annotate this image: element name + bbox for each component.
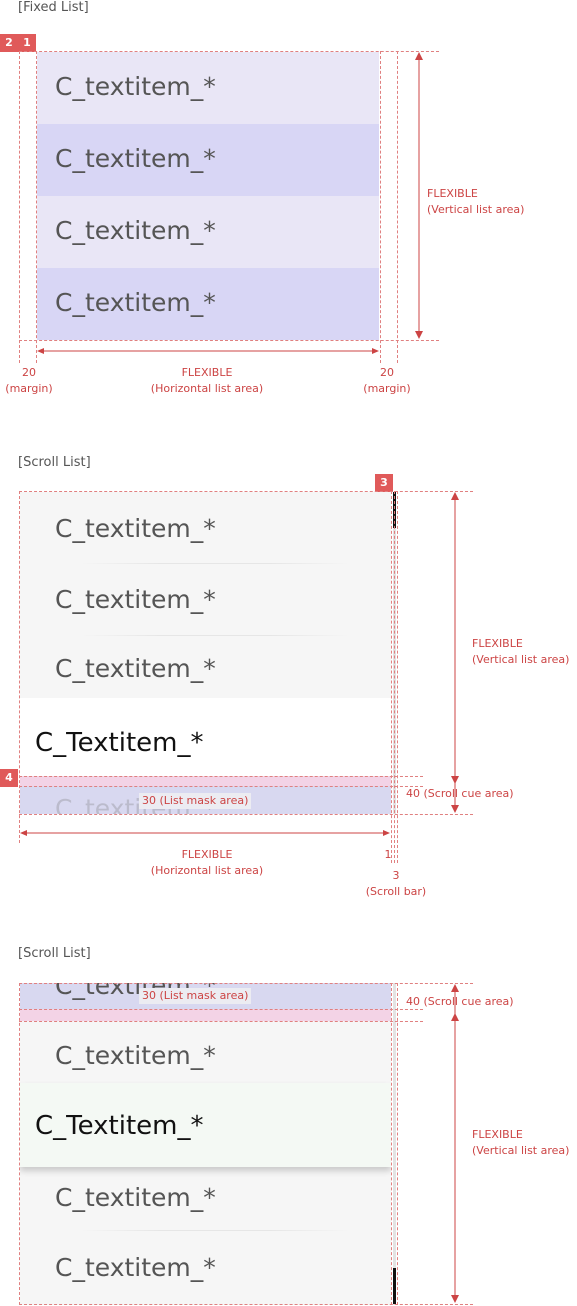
- marker-badge-2: 2: [0, 34, 18, 52]
- annotation-margin-label-left: (margin): [5, 382, 53, 395]
- list-item-label: C_textitem_*: [55, 654, 216, 683]
- annotation-flexible: FLEXIBLE: [472, 1128, 523, 1141]
- annotation-vertical-list-area: (Vertical list area): [427, 203, 525, 216]
- section-title-scroll-list: [Scroll List]: [18, 455, 91, 470]
- focused-list-item-label: C_Textitem_*: [35, 1111, 204, 1141]
- scrollbar-track[interactable]: [393, 983, 396, 1305]
- annotation-flexible: FLEXIBLE: [181, 848, 233, 861]
- marker-badge-3: 3: [375, 474, 393, 492]
- annotation-vertical-list-area: (Vertical list area): [472, 653, 570, 666]
- horizontal-dimension-arrow: [37, 348, 379, 354]
- focused-list-item[interactable]: C_Textitem_*: [20, 1083, 391, 1167]
- guide-line: [36, 51, 37, 363]
- guide-line: [19, 1009, 423, 1010]
- annotation-vertical-list-area: (Vertical list area): [472, 1144, 570, 1157]
- annotation-scroll-cue-area: 40 (Scroll cue area): [406, 787, 514, 800]
- annotation-scroll-bar-label: (Scroll bar): [365, 885, 427, 898]
- list-item-label: C_textitem_*: [55, 144, 216, 173]
- guide-line: [397, 491, 398, 863]
- guide-line: [19, 814, 473, 815]
- guide-line: [19, 51, 439, 52]
- section-title-fixed-list: [Fixed List]: [18, 0, 89, 15]
- guide-line: [19, 491, 473, 492]
- annotation-scroll-bar-value: 3: [392, 869, 400, 882]
- list-item-label: C_textitem_*: [55, 514, 216, 543]
- scroll-cue-band: [20, 1009, 391, 1021]
- focused-list-item-label: C_Textitem_*: [35, 728, 204, 758]
- horizontal-dimension-arrow: [20, 830, 390, 836]
- list-item-label: C_textitem_*: [55, 1253, 216, 1282]
- list-item[interactable]: C_textitem_*: [37, 196, 379, 268]
- list-item[interactable]: C_textitem_*: [20, 1021, 391, 1083]
- list-item[interactable]: C_textitem_*: [20, 492, 391, 564]
- list-item-label: C_textitem_*: [55, 72, 216, 101]
- guide-line: [397, 983, 398, 1305]
- annotation-horizontal-list-area: (Horizontal list area): [150, 382, 264, 395]
- fixed-list: C_textitem_* C_textitem_* C_textitem_* C…: [37, 52, 379, 340]
- list-item-label: C_textitem_*: [55, 1041, 216, 1070]
- guide-line: [391, 983, 392, 1305]
- list-item-label: C_textitem_*: [55, 288, 216, 317]
- list-item[interactable]: C_textitem_*: [37, 52, 379, 124]
- scroll-list[interactable]: C_textitem_* C_textitem_* C_textitem_* C…: [20, 492, 391, 814]
- guide-line: [19, 776, 423, 777]
- guide-line: [19, 1304, 473, 1305]
- list-item[interactable]: C_textitem_*: [20, 636, 391, 698]
- guide-line: [19, 51, 20, 363]
- annotation-scroll-cue-area: 40 (Scroll cue area): [406, 995, 514, 1008]
- list-item[interactable]: C_textitem_*: [20, 564, 391, 636]
- annotation-list-mask-area: 30 (List mask area): [139, 988, 252, 1004]
- annotation-flexible: FLEXIBLE: [427, 187, 478, 200]
- annotation-list-mask-area: 30 (List mask area): [139, 793, 252, 809]
- guide-line: [397, 51, 398, 363]
- guide-line: [19, 786, 423, 787]
- marker-badge-1: 1: [18, 34, 36, 52]
- list-item-label: C_textitem_*: [55, 216, 216, 245]
- guide-line: [19, 340, 439, 341]
- vertical-dimension-arrow: [451, 492, 459, 813]
- vertical-dimension-arrow: [415, 52, 423, 339]
- annotation-horizontal-list-area: (Horizontal list area): [150, 864, 264, 877]
- annotation-flexible: FLEXIBLE: [181, 366, 233, 379]
- guide-line: [394, 491, 395, 863]
- annotation-margin-value-left: 20: [22, 366, 36, 379]
- scrollbar-thumb[interactable]: [393, 1268, 396, 1304]
- guide-line: [19, 983, 20, 1305]
- guide-line: [19, 491, 20, 843]
- section-title-scroll-list: [Scroll List]: [18, 946, 91, 961]
- list-item[interactable]: C_textitem_*: [37, 124, 379, 196]
- scroll-list[interactable]: C_textitem_* C_textitem_* C_Textitem_* C…: [20, 983, 391, 1305]
- guide-line: [391, 491, 392, 863]
- list-item-label: C_textitem_*: [55, 585, 216, 614]
- annotation-flexible: FLEXIBLE: [472, 637, 523, 650]
- focused-list-item[interactable]: C_Textitem_*: [20, 698, 391, 776]
- annotation-margin-label-right: (margin): [363, 382, 411, 395]
- guide-line: [380, 51, 381, 363]
- list-item[interactable]: C_textitem_*: [20, 1167, 391, 1230]
- scroll-cue-band: [20, 776, 391, 786]
- guide-line: [19, 1021, 423, 1022]
- list-item-label: C_textitem_*: [55, 1183, 216, 1212]
- vertical-dimension-arrow: [451, 984, 459, 1303]
- annotation-margin-value-right: 20: [380, 366, 394, 379]
- list-item[interactable]: C_textitem_*: [20, 1231, 391, 1305]
- list-item[interactable]: C_textitem_*: [37, 268, 379, 340]
- guide-line: [19, 983, 473, 984]
- annotation-one: 1: [384, 848, 392, 861]
- marker-badge-4: 4: [0, 769, 18, 787]
